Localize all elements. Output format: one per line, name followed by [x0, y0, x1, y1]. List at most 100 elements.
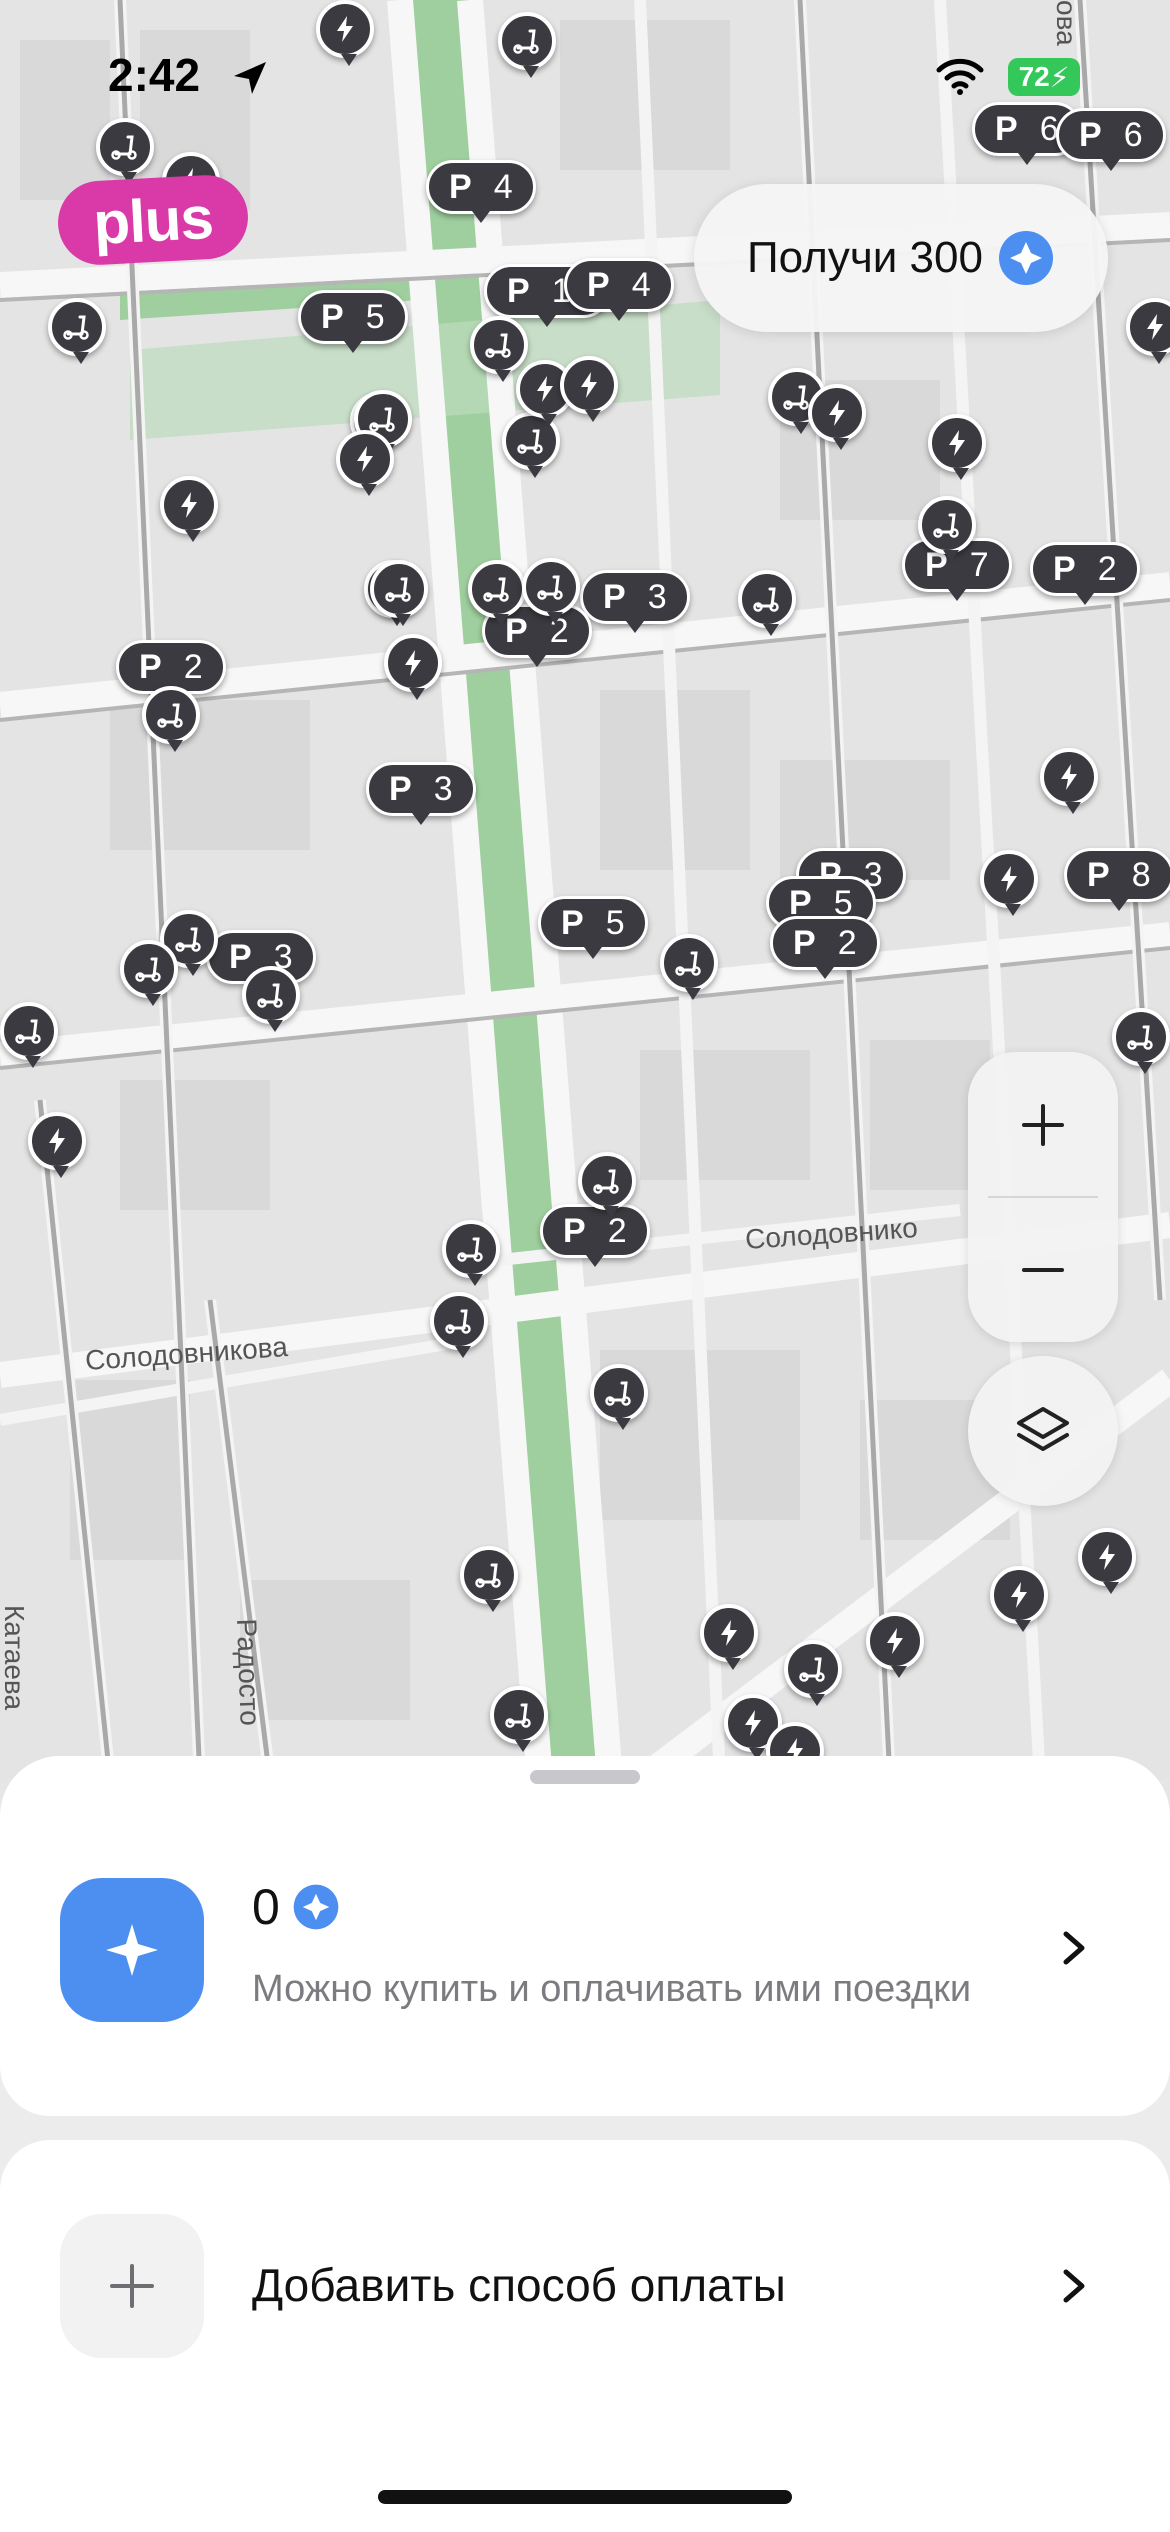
plus-points-icon [997, 229, 1055, 287]
charging-marker[interactable] [1040, 748, 1098, 814]
scooter-marker[interactable] [96, 118, 154, 184]
charging-bolt-icon: ⚡ [1049, 61, 1070, 93]
scooter-marker[interactable] [442, 1220, 500, 1286]
lightning-icon [581, 372, 597, 398]
scooter-icon [385, 577, 411, 602]
charging-marker[interactable] [336, 430, 394, 496]
charging-marker[interactable] [928, 414, 986, 480]
scooter-marker[interactable] [784, 1640, 842, 1706]
scooter-marker[interactable] [918, 496, 976, 562]
scooter-marker[interactable] [0, 1002, 58, 1068]
parking-marker[interactable]: P4 [426, 160, 536, 223]
scooter-marker[interactable] [470, 316, 528, 382]
parking-marker[interactable]: P2 [770, 916, 880, 979]
charging-marker[interactable] [560, 356, 618, 422]
lightning-icon [1147, 314, 1163, 340]
battery-level: 72 [1018, 61, 1050, 92]
plus-icon [1022, 1103, 1064, 1146]
lightning-icon [887, 1628, 903, 1654]
battery-indicator: 72 ⚡ [1008, 58, 1080, 96]
lightning-icon [1099, 1544, 1115, 1570]
promo-label: Получи 300 [747, 233, 983, 282]
parking-marker[interactable]: P2 [540, 1204, 650, 1267]
scooter-marker[interactable] [738, 570, 796, 636]
add-payment-tile [60, 2214, 204, 2358]
scooter-icon [475, 1563, 501, 1588]
scooter-marker[interactable] [242, 966, 300, 1032]
scooter-icon [111, 135, 137, 160]
charging-marker[interactable] [316, 0, 374, 66]
map-layers-button[interactable] [968, 1356, 1118, 1506]
charging-marker[interactable] [384, 634, 442, 700]
sparkle-icon [106, 1924, 158, 1976]
charging-marker[interactable] [990, 1566, 1048, 1632]
scooter-marker[interactable] [1112, 1008, 1170, 1074]
zoom-in-button[interactable] [968, 1052, 1118, 1197]
lightning-icon [1011, 1582, 1027, 1608]
balance-description: Можно купить и оплачивать ими поездки [252, 1968, 972, 2010]
scooter-marker[interactable] [120, 940, 178, 1006]
scooter-icon [675, 951, 701, 976]
parking-marker[interactable]: P2 [1030, 542, 1140, 605]
scooter-marker[interactable] [490, 1686, 548, 1752]
scooter-marker[interactable] [430, 1292, 488, 1358]
sheet-grabber[interactable] [530, 1770, 640, 1784]
lightning-icon [337, 16, 353, 42]
scooter-marker[interactable] [578, 1152, 636, 1218]
scooter-icon [257, 983, 283, 1008]
scooter-icon [605, 1381, 631, 1406]
scooter-marker[interactable] [498, 12, 556, 78]
charging-marker[interactable] [808, 384, 866, 450]
scooter-icon [135, 957, 161, 982]
charging-marker[interactable] [700, 1604, 758, 1670]
scooter-marker[interactable] [468, 560, 526, 626]
lightning-icon [1001, 866, 1017, 892]
scooter-marker[interactable] [522, 558, 580, 624]
lightning-icon [405, 650, 421, 676]
scooter-icon [593, 1169, 619, 1194]
charging-marker[interactable] [866, 1612, 924, 1678]
scooter-icon [445, 1309, 471, 1334]
parking-marker[interactable]: P5 [298, 290, 408, 353]
lightning-icon [181, 492, 197, 518]
parking-marker[interactable]: P5 [538, 896, 648, 959]
scooter-icon [15, 1019, 41, 1044]
scooter-marker[interactable] [590, 1364, 648, 1430]
charging-marker[interactable] [28, 1112, 86, 1178]
parking-marker[interactable]: P3 [366, 762, 476, 825]
parking-marker[interactable]: P6 [1056, 108, 1166, 171]
lightning-icon [537, 376, 553, 402]
scooter-icon [175, 927, 201, 952]
zoom-out-button[interactable] [968, 1197, 1118, 1342]
minus-icon [1022, 1267, 1064, 1272]
street-label: Катаева [0, 1605, 30, 1711]
parking-marker[interactable]: P3 [580, 570, 690, 633]
balance-amount: 0 [252, 1878, 340, 1936]
promo-button[interactable]: Получи 300 [694, 184, 1108, 332]
lightning-icon [829, 400, 845, 426]
charging-marker[interactable] [160, 476, 218, 542]
charging-marker[interactable] [980, 850, 1038, 916]
scooter-marker[interactable] [370, 560, 428, 626]
scooter-icon [537, 575, 563, 600]
scooter-icon [483, 577, 509, 602]
scooter-icon [517, 429, 543, 454]
chevron-right-icon [1063, 2269, 1085, 2303]
scooter-marker[interactable] [460, 1546, 518, 1612]
scooter-marker[interactable] [660, 934, 718, 1000]
home-indicator[interactable] [378, 2490, 792, 2504]
scooter-icon [1127, 1025, 1153, 1050]
lightning-icon [745, 1710, 761, 1736]
lightning-icon [49, 1128, 65, 1154]
lightning-icon [1061, 764, 1077, 790]
plus-icon [110, 2264, 154, 2308]
parking-marker[interactable]: P4 [564, 258, 674, 321]
parking-marker[interactable]: P8 [1064, 848, 1170, 911]
scooter-icon [485, 333, 511, 358]
balance-value: 0 [252, 1879, 280, 1935]
zoom-control [968, 1052, 1118, 1342]
charging-marker[interactable] [1078, 1528, 1136, 1594]
scooter-marker[interactable] [48, 298, 106, 364]
plus-badge[interactable]: plus [55, 173, 251, 267]
scooter-marker[interactable] [142, 686, 200, 752]
